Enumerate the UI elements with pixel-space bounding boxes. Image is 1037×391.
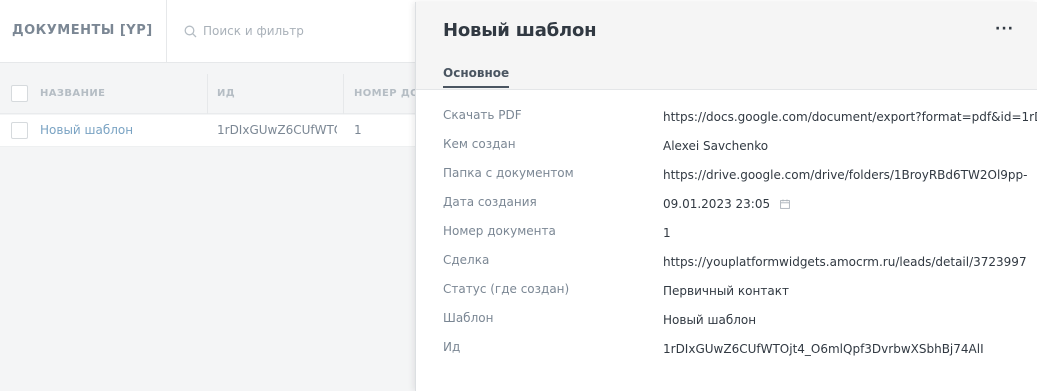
field-download-pdf: Скачать PDF https://docs.google.com/docu… xyxy=(443,108,1037,137)
folder-link[interactable]: https://drive.google.com/drive/folders/1… xyxy=(663,168,1037,182)
field-label: Номер документа xyxy=(443,224,556,238)
field-created-date: Дата создания 09.01.2023 23:05 xyxy=(443,195,1037,224)
field-label: Кем создан xyxy=(443,137,516,151)
header-divider xyxy=(166,0,167,63)
created-date-text: 09.01.2023 23:05 xyxy=(663,197,771,211)
search-input[interactable] xyxy=(203,24,403,38)
template-value: Новый шаблон xyxy=(663,313,757,327)
document-detail-panel: Новый шаблон ··· Основное Скачать PDF ht… xyxy=(415,2,1037,391)
column-header-id[interactable]: ИД xyxy=(217,88,235,99)
more-dots-icon[interactable]: ··· xyxy=(995,22,1014,36)
field-label: Статус (где создан) xyxy=(443,282,570,296)
detail-header: Новый шаблон ··· Основное xyxy=(416,2,1037,90)
field-label: Папка с документом xyxy=(443,166,574,180)
column-separator xyxy=(207,74,208,114)
status-value: Первичный контакт xyxy=(663,284,789,298)
calendar-icon[interactable] xyxy=(780,199,790,209)
column-header-name[interactable]: НАЗВАНИЕ xyxy=(40,88,105,99)
tab-main[interactable]: Основное xyxy=(443,66,510,88)
field-label: Скачать PDF xyxy=(443,108,522,122)
field-label: Дата создания xyxy=(443,195,537,209)
field-label: Шаблон xyxy=(443,311,494,325)
field-label: Ид xyxy=(443,340,461,354)
select-all-checkbox[interactable] xyxy=(11,85,28,102)
field-created-by: Кем создан Alexei Savchenko xyxy=(443,137,1037,166)
document-title: Новый шаблон xyxy=(443,20,597,41)
field-deal: Сделка https://youplatformwidgets.amocrm… xyxy=(443,253,1037,282)
deal-link[interactable]: https://youplatformwidgets.amocrm.ru/lea… xyxy=(663,255,1037,269)
search-icon xyxy=(184,25,197,37)
field-id: Ид 1rDIxGUwZ6CUfWTOjt4_O6mlQpf3DvrbwXSbh… xyxy=(443,340,1037,369)
row-checkbox[interactable] xyxy=(11,122,28,139)
id-value: 1rDIxGUwZ6CUfWTOjt4_O6mlQpf3DvrbwXSbhBj7… xyxy=(663,342,984,356)
row-name-link[interactable]: Новый шаблон xyxy=(40,123,200,137)
list-title: ДОКУМЕНТЫ [YP] xyxy=(12,23,153,38)
created-date-value[interactable]: 09.01.2023 23:05 xyxy=(663,197,1037,211)
doc-number-value: 1 xyxy=(663,226,671,240)
column-separator xyxy=(343,74,344,114)
field-folder: Папка с документом https://drive.google.… xyxy=(443,166,1037,195)
download-pdf-link[interactable]: https://docs.google.com/document/export?… xyxy=(663,110,1037,124)
row-id: 1rDIxGUwZ6CUfWTOjt4_O6mlQpf3DvrbwXSbhBj7… xyxy=(217,123,337,137)
field-label: Сделка xyxy=(443,253,490,267)
field-template: Шаблон Новый шаблон xyxy=(443,311,1037,340)
search-bar[interactable] xyxy=(184,24,403,38)
field-doc-number: Номер документа 1 xyxy=(443,224,1037,253)
created-by-value: Alexei Savchenko xyxy=(663,139,769,153)
row-number: 1 xyxy=(354,123,362,137)
detail-fields: Скачать PDF https://docs.google.com/docu… xyxy=(443,108,1037,369)
field-status: Статус (где создан) Первичный контакт xyxy=(443,282,1037,311)
